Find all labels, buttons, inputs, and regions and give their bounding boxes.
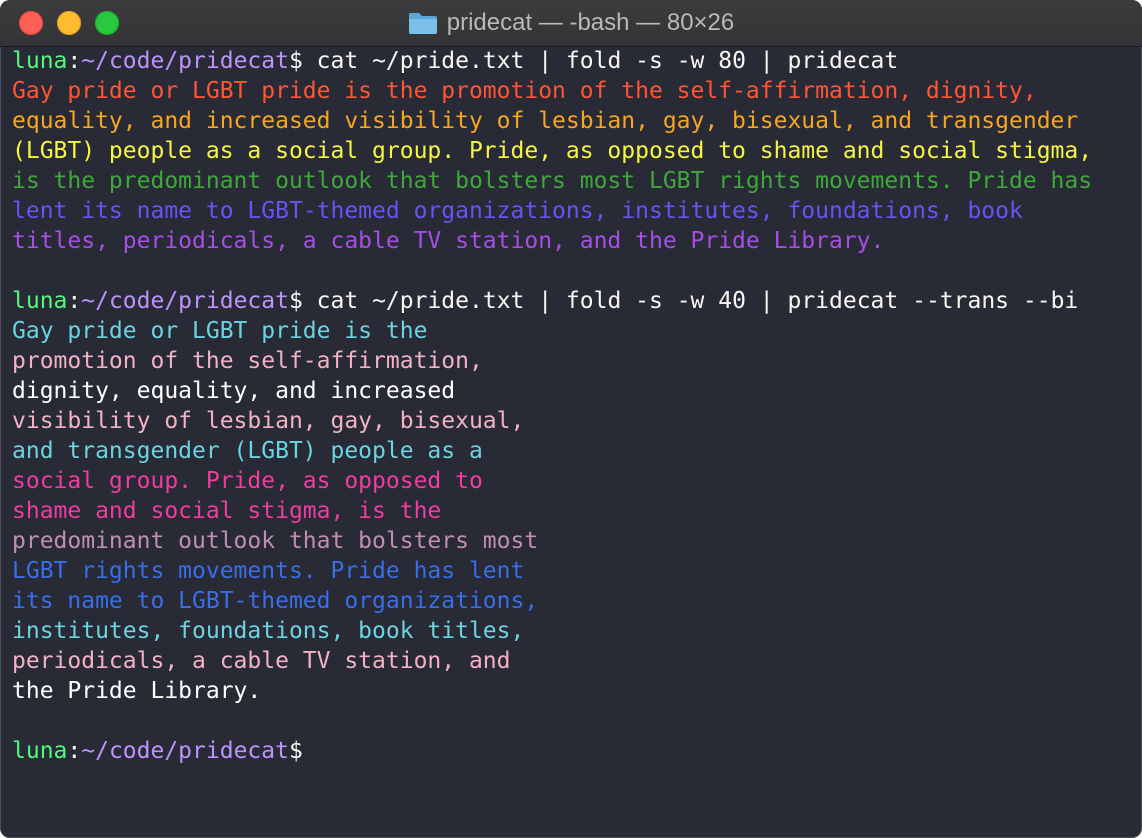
window-title-group: pridecat — -bash — 80×26 bbox=[0, 0, 1142, 46]
prompt-user: luna bbox=[12, 738, 68, 764]
output-line: its name to LGBT-themed organizations, bbox=[12, 588, 539, 614]
command-text: cat ~/pride.txt | fold -s -w 80 | pridec… bbox=[302, 48, 899, 74]
prompt-symbol: $ bbox=[288, 738, 303, 764]
terminal-window: pridecat — -bash — 80×26 luna:~/code/pri… bbox=[0, 0, 1142, 838]
output-line: equality, and increased visibility of le… bbox=[12, 108, 1079, 134]
output-line: lent its name to LGBT-themed organizatio… bbox=[12, 198, 1023, 224]
prompt-colon: : bbox=[67, 738, 82, 764]
output-line: Gay pride or LGBT pride is the promotion… bbox=[12, 78, 1037, 104]
output-line: Gay pride or LGBT pride is the bbox=[12, 318, 428, 344]
output-line: shame and social stigma, is the bbox=[12, 498, 442, 524]
output-line: is the predominant outlook that bolsters… bbox=[12, 168, 1093, 194]
output-line: promotion of the self-affirmation, bbox=[12, 348, 483, 374]
folder-icon bbox=[408, 13, 437, 34]
output-line: social group. Pride, as opposed to bbox=[12, 468, 483, 494]
prompt-user: luna bbox=[12, 48, 68, 74]
prompt-path: ~/code/pridecat bbox=[81, 288, 289, 314]
output-line: institutes, foundations, book titles, bbox=[12, 618, 525, 644]
prompt-line: luna:~/code/pridecat$ cat ~/pride.txt | … bbox=[12, 46, 1132, 76]
terminal-content[interactable]: luna:~/code/pridecat$ cat ~/pride.txt | … bbox=[12, 46, 1132, 826]
window-title: pridecat — -bash — 80×26 bbox=[446, 9, 735, 36]
prompt-symbol: $ bbox=[288, 48, 303, 74]
active-prompt-line: luna:~/code/pridecat$ bbox=[12, 736, 1132, 766]
prompt-path: ~/code/pridecat bbox=[81, 48, 289, 74]
output-line: predominant outlook that bolsters most bbox=[12, 528, 539, 554]
output-line: dignity, equality, and increased bbox=[12, 378, 456, 404]
prompt-path: ~/code/pridecat bbox=[81, 738, 289, 764]
output-line: visibility of lesbian, gay, bisexual, bbox=[12, 408, 525, 434]
output-line: LGBT rights movements. Pride has lent bbox=[12, 558, 525, 584]
output-line: the Pride Library. bbox=[12, 678, 262, 704]
output-line: titles, periodicals, a cable TV station,… bbox=[12, 228, 885, 254]
output-line: and transgender (LGBT) people as a bbox=[12, 438, 483, 464]
command-text: cat ~/pride.txt | fold -s -w 40 | pridec… bbox=[302, 288, 1079, 314]
prompt-symbol: $ bbox=[288, 288, 303, 314]
output-line: periodicals, a cable TV station, and bbox=[12, 648, 511, 674]
prompt-colon: : bbox=[67, 288, 82, 314]
prompt-user: luna bbox=[12, 288, 68, 314]
output-line: (LGBT) people as a social group. Pride, … bbox=[12, 138, 1093, 164]
title-bar[interactable]: pridecat — -bash — 80×26 bbox=[0, 0, 1142, 47]
prompt-line: luna:~/code/pridecat$ cat ~/pride.txt | … bbox=[12, 286, 1132, 316]
prompt-colon: : bbox=[67, 48, 82, 74]
